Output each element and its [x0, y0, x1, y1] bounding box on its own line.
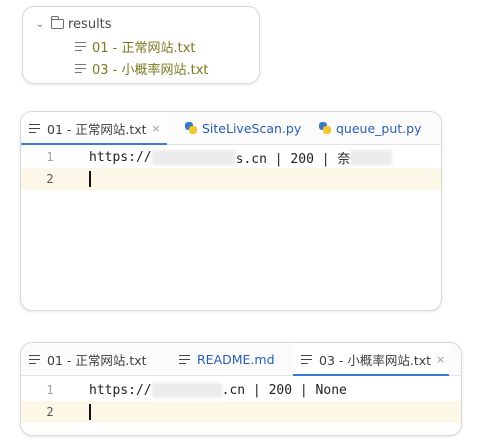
line-number: 2	[46, 405, 54, 419]
url-suffix: .cn | 200 | None	[221, 382, 347, 398]
text-file-icon	[75, 41, 86, 51]
tab-label: SiteLiveScan.py	[202, 120, 302, 136]
markdown-file-icon	[179, 354, 190, 364]
code-line-current[interactable]: 2	[21, 401, 461, 423]
text-file-icon	[29, 123, 40, 133]
code-line[interactable]: 1 https:// s.cn | 200 | 奈	[21, 146, 441, 168]
line-number: 1	[46, 150, 54, 164]
tab-label: 01 - 正常网站.txt	[47, 352, 147, 368]
close-icon[interactable]: ×	[436, 353, 445, 366]
tab-label: README.md	[197, 351, 275, 367]
tab-01-normal-sites[interactable]: 01 - 正常网站.txt	[21, 343, 155, 375]
line-number: 2	[46, 172, 54, 186]
text-file-icon	[29, 354, 40, 364]
tree-file-01[interactable]: 01 - 正常网站.txt	[75, 35, 196, 57]
tab-bar: 01 - 正常网站.txt × SiteLiveScan.py queue_pu…	[21, 112, 441, 145]
editor-window-top: 01 - 正常网站.txt × SiteLiveScan.py queue_pu…	[20, 111, 442, 311]
folder-results[interactable]: ⌄ results	[33, 13, 112, 35]
tree-file-label: 03 - 小概率网站.txt	[92, 62, 209, 78]
tab-sitelivescan[interactable]: SiteLiveScan.py	[177, 112, 309, 144]
text-file-icon	[75, 63, 86, 73]
folder-label: results	[68, 16, 112, 32]
project-tree-panel: ⌄ results 01 - 正常网站.txt 03 - 小概率网站.txt	[22, 6, 260, 84]
text-caret	[89, 171, 91, 187]
editor-window-bottom: 01 - 正常网站.txt README.md 03 - 小概率网站.txt ×…	[20, 342, 462, 436]
close-icon[interactable]: ×	[152, 122, 161, 135]
url-suffix: s.cn | 200 | 奈	[235, 151, 351, 167]
tab-01-normal-sites[interactable]: 01 - 正常网站.txt ×	[21, 112, 167, 145]
line-text: https:// .cn | 200 | None	[89, 382, 347, 398]
text-file-icon	[301, 354, 312, 364]
code-line-current[interactable]: 2	[21, 168, 441, 190]
redacted-region	[350, 149, 393, 165]
text-caret	[89, 404, 91, 420]
url-prefix: https://	[89, 382, 152, 398]
redacted-region	[151, 149, 236, 165]
tab-bar: 01 - 正常网站.txt README.md 03 - 小概率网站.txt ×	[21, 343, 461, 376]
tree-file-label: 01 - 正常网站.txt	[92, 40, 196, 56]
tab-03-low-probability-sites[interactable]: 03 - 小概率网站.txt ×	[293, 343, 450, 376]
tab-label: queue_put.py	[336, 120, 422, 136]
chevron-down-icon[interactable]: ⌄	[33, 19, 47, 30]
python-file-icon	[185, 122, 197, 134]
tab-label: 03 - 小概率网站.txt	[319, 352, 432, 368]
url-prefix: https://	[89, 149, 152, 165]
folder-icon	[50, 16, 64, 29]
line-text: https:// s.cn | 200 | 奈	[89, 148, 393, 167]
line-number: 1	[46, 383, 54, 397]
tab-readme[interactable]: README.md	[171, 343, 283, 375]
code-line[interactable]: 1 https:// .cn | 200 | None	[21, 379, 461, 401]
tab-label: 01 - 正常网站.txt	[47, 121, 147, 137]
tree-file-03[interactable]: 03 - 小概率网站.txt	[75, 57, 209, 79]
python-file-icon	[319, 122, 331, 134]
redacted-region	[151, 382, 222, 398]
tab-queue-put[interactable]: queue_put.py	[311, 112, 429, 144]
